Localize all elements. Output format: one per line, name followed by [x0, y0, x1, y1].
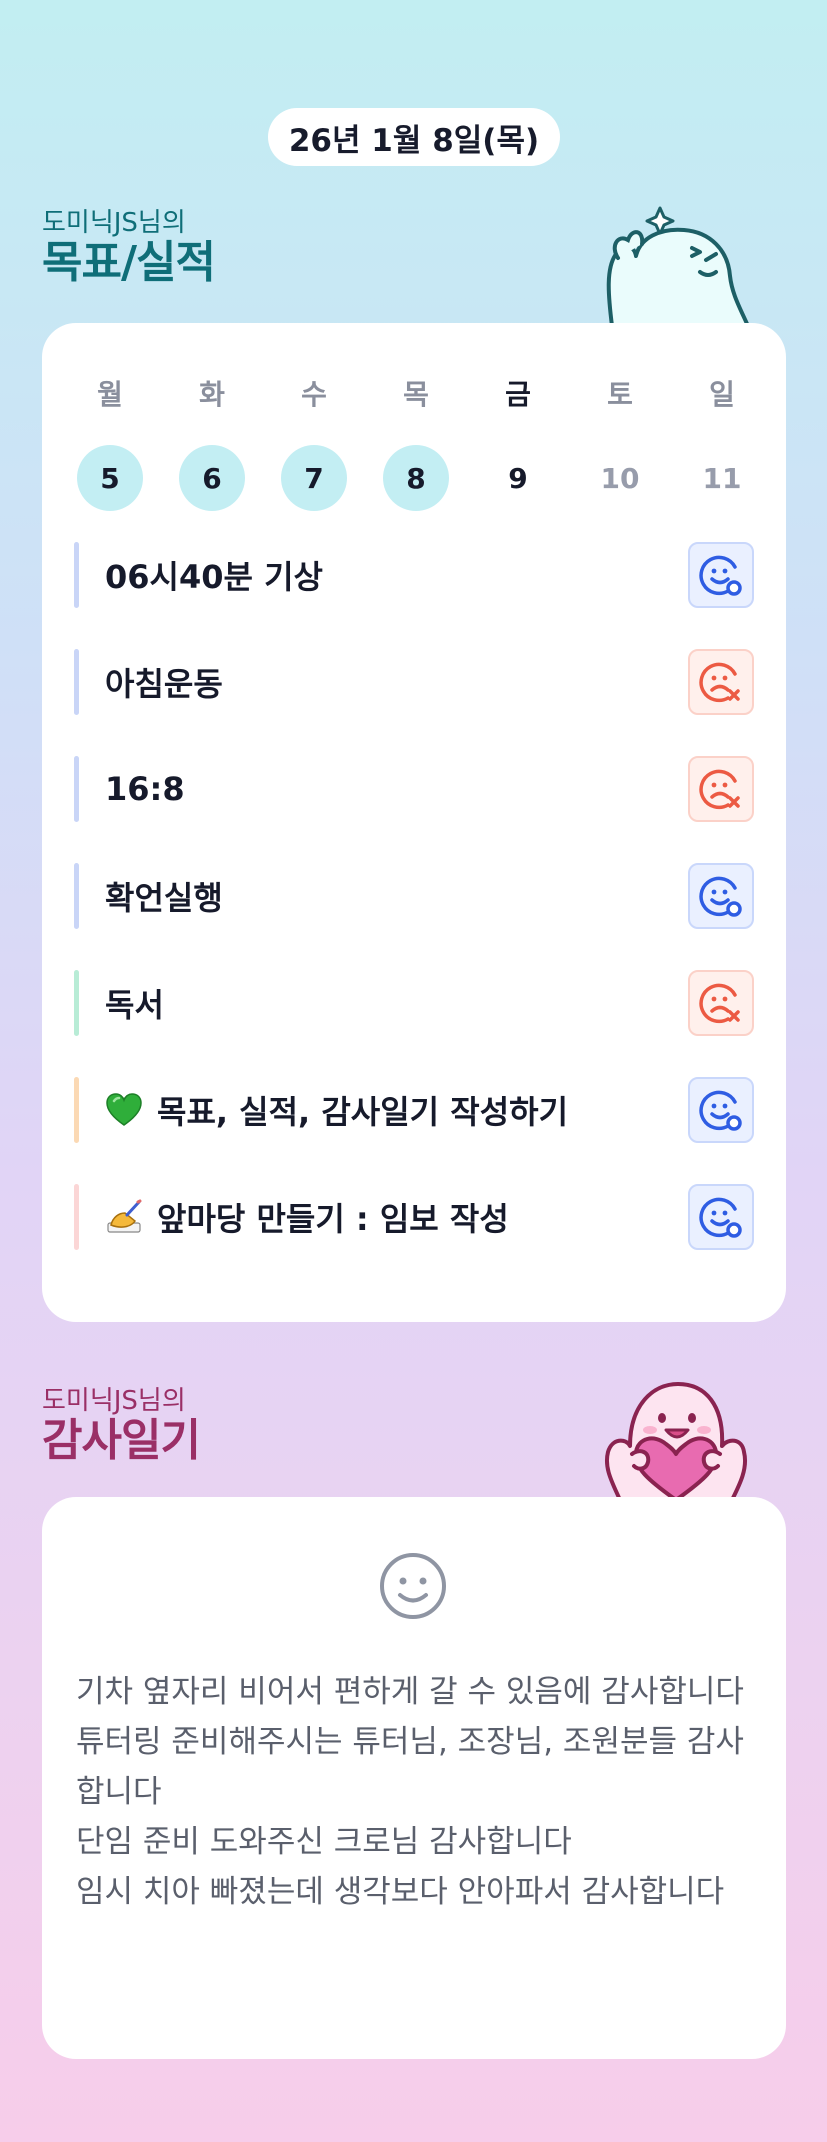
day-mon[interactable]: 월 5	[76, 377, 144, 511]
goals-owner-label: 도미닉JS님의	[42, 208, 186, 238]
day-name: 금	[505, 378, 531, 411]
smile-done-icon	[699, 1090, 742, 1131]
day-sun[interactable]: 일 11	[688, 377, 756, 511]
goal-row[interactable]: 06시40분 기상	[74, 541, 754, 609]
goal-color-bar	[74, 542, 79, 608]
goal-color-bar	[74, 1077, 79, 1143]
day-number: 11	[702, 461, 742, 495]
gratitude-owner-label: 도미닉JS님의	[42, 1386, 186, 1416]
status-done-button[interactable]	[688, 1077, 754, 1143]
gratitude-section-header: 도미닉JS님의 감사일기	[42, 1386, 201, 1466]
goal-color-bar	[74, 970, 79, 1036]
day-name: 토	[607, 378, 633, 411]
day-number: 6	[179, 445, 245, 511]
goal-text: 확언실행	[105, 879, 223, 917]
goal-color-bar	[74, 649, 79, 715]
status-done-button[interactable]	[688, 542, 754, 608]
day-number: 5	[77, 445, 143, 511]
day-name: 월	[97, 378, 123, 411]
day-wed[interactable]: 수 7	[280, 377, 348, 511]
goal-text: 독서	[105, 986, 164, 1024]
goal-row[interactable]: 확언실행	[74, 862, 754, 930]
goals-card: 월 5 화 6 수 7 목 8 금 9 토 10 일 11 06시40분 기상 …	[42, 323, 786, 1322]
goal-row[interactable]: 앞마당 만들기 : 임보 작성	[74, 1183, 754, 1251]
goal-text: 아침운동	[105, 665, 223, 703]
goals-title: 목표/실적	[42, 237, 216, 288]
goal-color-bar	[74, 756, 79, 822]
goal-text: 16:8	[105, 770, 185, 808]
status-failed-button[interactable]	[688, 756, 754, 822]
day-thu[interactable]: 목 8	[382, 377, 450, 511]
goal-row[interactable]: 아침운동	[74, 648, 754, 716]
day-name: 화	[199, 378, 225, 411]
smile-done-icon	[699, 555, 742, 596]
day-name: 일	[709, 378, 735, 411]
status-failed-button[interactable]	[688, 970, 754, 1036]
smile-face-icon	[380, 1553, 446, 1619]
status-failed-button[interactable]	[688, 649, 754, 715]
smile-done-icon	[699, 876, 742, 917]
goal-color-bar	[74, 1184, 79, 1250]
writing-hand-icon	[105, 1199, 143, 1235]
day-fri[interactable]: 금 9	[484, 377, 552, 511]
goal-label: 앞마당 만들기 : 임보 작성	[105, 1194, 688, 1240]
goal-text: 앞마당 만들기 : 임보 작성	[157, 1200, 509, 1238]
goal-label: 목표, 실적, 감사일기 작성하기	[105, 1087, 688, 1133]
goal-row[interactable]: 독서	[74, 969, 754, 1037]
goal-color-bar	[74, 863, 79, 929]
mascot-thumbs-up-icon	[606, 206, 750, 326]
gratitude-title: 감사일기	[42, 1415, 201, 1466]
goal-row[interactable]: 목표, 실적, 감사일기 작성하기	[74, 1076, 754, 1144]
status-done-button[interactable]	[688, 863, 754, 929]
status-done-button[interactable]	[688, 1184, 754, 1250]
goal-text: 목표, 실적, 감사일기 작성하기	[157, 1093, 569, 1131]
day-number: 9	[508, 461, 528, 495]
sad-failed-icon	[699, 662, 740, 703]
mascot-heart-icon	[605, 1382, 747, 1500]
day-number: 10	[600, 461, 640, 495]
goals-section-header: 도미닉JS님의 목표/실적	[42, 208, 216, 288]
day-name: 수	[301, 378, 327, 411]
green-heart-icon	[105, 1092, 143, 1128]
day-number: 7	[281, 445, 347, 511]
goal-row[interactable]: 16:8	[74, 755, 754, 823]
date-label[interactable]: 26년 1월 8일(목)	[268, 108, 560, 166]
sad-failed-icon	[699, 769, 740, 810]
day-number: 8	[383, 445, 449, 511]
day-tue[interactable]: 화 6	[178, 377, 246, 511]
smile-done-icon	[699, 1197, 742, 1238]
day-name: 목	[403, 378, 429, 411]
gratitude-card: 기차 옆자리 비어서 편하게 갈 수 있음에 감사합니다 튜터링 준비해주시는 …	[42, 1497, 786, 2059]
gratitude-text: 기차 옆자리 비어서 편하게 갈 수 있음에 감사합니다 튜터링 준비해주시는 …	[76, 1674, 744, 1910]
sad-failed-icon	[699, 983, 740, 1024]
goal-text: 06시40분 기상	[105, 558, 323, 596]
day-sat[interactable]: 토 10	[586, 377, 654, 511]
